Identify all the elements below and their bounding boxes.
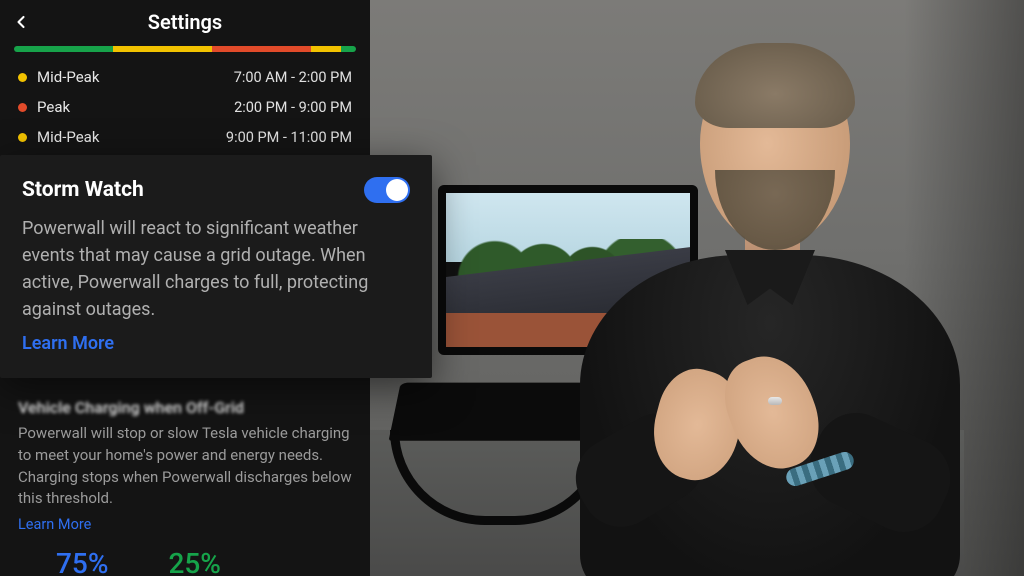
back-button[interactable] [10,11,32,33]
rate-row[interactable]: Peak 2:00 PM - 9:00 PM [18,92,352,122]
storm-watch-title: Storm Watch [22,178,144,202]
threshold-value-a: 75% [56,547,108,576]
threshold-value-b: 25% [168,547,220,576]
storm-watch-toggle[interactable] [364,177,410,203]
rate-label: Mid-Peak [37,128,226,146]
rate-range: 9:00 PM - 11:00 PM [226,129,352,146]
section-description: Powerwall will stop or slow Tesla vehicl… [18,423,352,510]
learn-more-link[interactable]: Learn More [22,333,114,354]
presenter [560,25,980,576]
toggle-knob-icon [386,179,408,201]
rate-dot-icon [18,73,27,82]
rate-list: Mid-Peak 7:00 AM - 2:00 PM Peak 2:00 PM … [0,62,370,152]
page-title: Settings [32,10,360,34]
storm-watch-description: Powerwall will react to significant weat… [22,215,410,323]
rate-label: Mid-Peak [37,68,234,86]
rate-row[interactable]: Mid-Peak 9:00 PM - 11:00 PM [18,122,352,152]
rate-range: 2:00 PM - 9:00 PM [234,99,352,116]
chevron-left-icon [11,12,31,32]
rate-dot-icon [18,103,27,112]
vehicle-charging-section: Vehicle Charging when Off-Grid Powerwall… [0,382,370,576]
rate-dot-icon [18,133,27,142]
rate-label: Peak [37,98,234,116]
rate-row[interactable]: Mid-Peak 7:00 AM - 2:00 PM [18,62,352,92]
learn-more-link[interactable]: Learn More [18,516,91,533]
rate-schedule-bar [14,46,356,52]
storm-watch-card: Storm Watch Powerwall will react to sign… [0,155,432,378]
rate-range: 7:00 AM - 2:00 PM [234,69,352,86]
section-title: Vehicle Charging when Off-Grid [18,398,352,417]
